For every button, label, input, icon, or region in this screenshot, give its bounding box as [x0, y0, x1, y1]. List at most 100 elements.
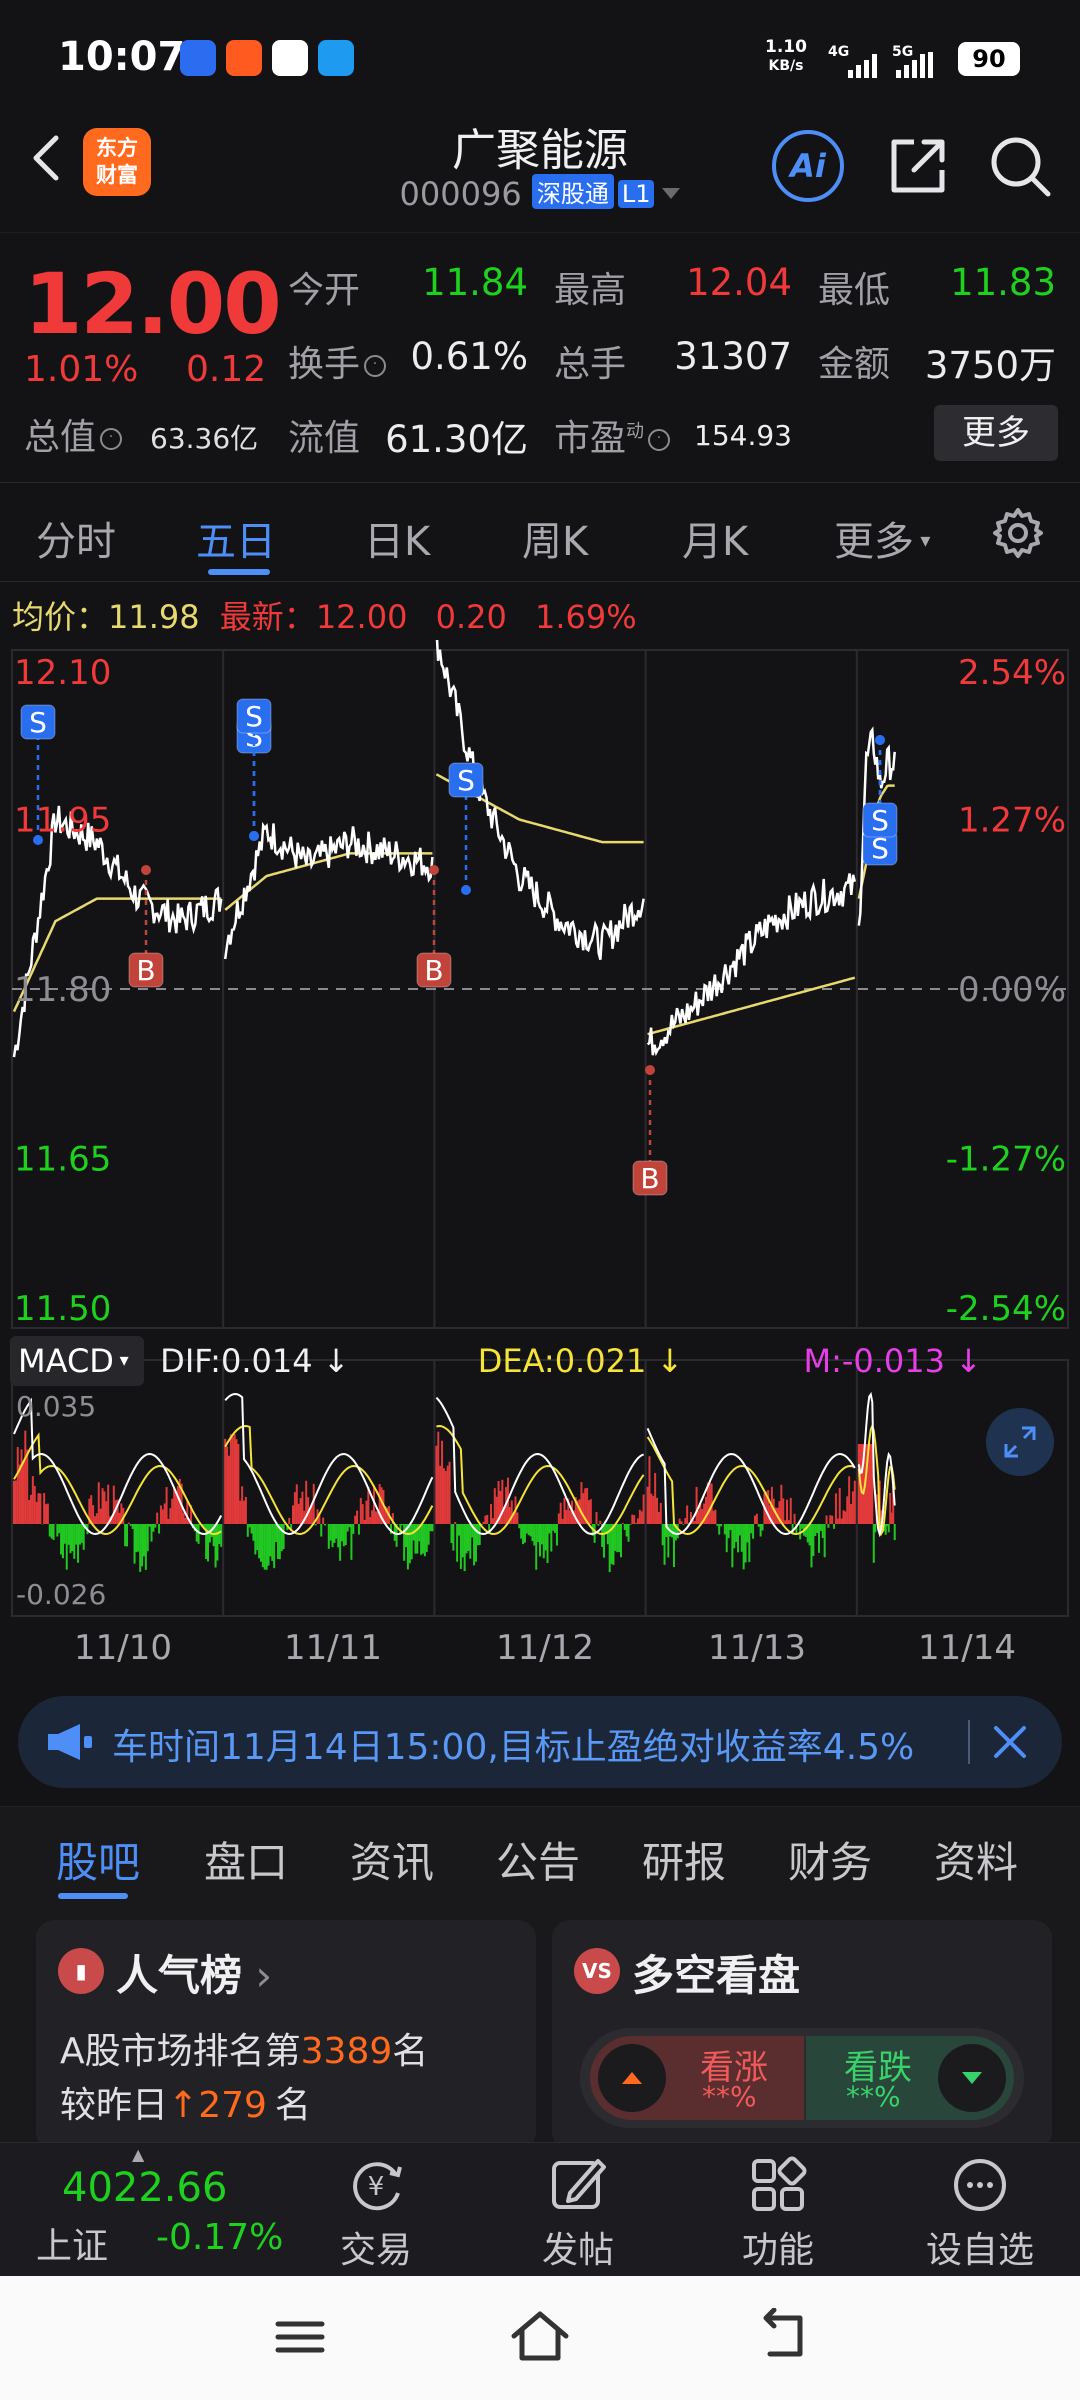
info-icon[interactable]: ·	[648, 429, 671, 451]
marker-dot	[461, 885, 471, 895]
marker-label: S	[245, 700, 263, 733]
back-icon[interactable]	[750, 2308, 810, 2364]
turnover-value: 0.61%	[410, 335, 528, 378]
chart-lines	[12, 640, 896, 1058]
home-icon[interactable]	[508, 2306, 572, 2366]
y-axis-labels: 12.10 2.54% 11.95 1.27% 11.80 0.00% 11.65 -1.27…	[14, 653, 1066, 1611]
current-price: 12.00	[24, 255, 282, 353]
close-icon[interactable]	[984, 1716, 1036, 1768]
marker-dot	[875, 735, 885, 745]
banner-text: 车时间11月14日15:00,目标止盈绝对收益率4.5%	[112, 1727, 915, 1768]
high-label: 最高	[554, 270, 627, 311]
tab-announcement[interactable]: 公告	[496, 1829, 580, 1890]
change-amount: 0.12	[186, 349, 267, 390]
date-label: 11/11	[284, 1628, 382, 1668]
info-icon[interactable]: ·	[100, 428, 123, 450]
index-change[interactable]: -0.17%	[156, 2217, 283, 2258]
content-tabs: 股吧 盘口 资讯 公告 研报 财务 资料	[0, 1806, 1080, 1902]
vote-down-button[interactable]: 看跌 **%	[806, 2036, 1014, 2120]
macd-dif-line	[13, 1391, 896, 1538]
change-percent: 1.01%	[24, 349, 139, 390]
y-tick-label-pct: -1.27%	[946, 1140, 1066, 1180]
nav-add-watchlist[interactable]: 设自选	[910, 2153, 1050, 2273]
marker-dot	[141, 865, 151, 875]
svg-text:¥: ¥	[368, 2172, 385, 2202]
nav-functions[interactable]: 功能	[708, 2153, 848, 2273]
chart-bar-icon: ▮	[58, 1948, 104, 1994]
tab-monthly-k[interactable]: 月K	[682, 509, 748, 567]
volume-label: 总手	[554, 344, 627, 385]
marker-label: B	[640, 1162, 659, 1195]
quote-panel: 12.00 1.01% 0.12 总值 · 63.36亿 今开 11.84 最高 …	[0, 232, 1080, 482]
open-label: 今开	[288, 270, 361, 311]
sentiment-card[interactable]: VS 多空看盘 看涨 **% 看跌 **%	[552, 1920, 1052, 2150]
nav-trade[interactable]: ¥ 交易	[306, 2153, 446, 2273]
clock: 10:07	[58, 34, 186, 80]
open-value: 11.84	[422, 261, 528, 304]
float-label: 流值	[288, 418, 361, 459]
announcement-banner[interactable]: 车时间11月14日15:00,目标止盈绝对收益率4.5%	[18, 1696, 1062, 1788]
signal-bars-icon	[848, 52, 877, 78]
megaphone-icon	[48, 1724, 92, 1760]
active-tab-indicator	[208, 569, 270, 575]
float-value: 61.30亿	[385, 418, 528, 461]
macd-selector[interactable]: MACD ▾	[10, 1336, 144, 1386]
date-label: 11/14	[918, 1628, 1016, 1668]
y-tick-label: 11.50	[14, 1289, 111, 1329]
tab-profile[interactable]: 资料	[934, 1829, 1018, 1890]
macd-m: M:-0.013 ↓	[803, 1342, 982, 1380]
tab-guba[interactable]: 股吧	[56, 1829, 140, 1890]
more-quote-button[interactable]: 更多	[934, 405, 1058, 461]
y-tick-label: 11.95	[14, 801, 111, 841]
five-day-price-chart[interactable]: SBSSBSBSS 12.10 2.54%11.95 1.27%11.80 0.00%…	[0, 640, 1080, 1620]
vote-up-button[interactable]: 看涨 **%	[590, 2036, 804, 2120]
ai-assistant-button[interactable]: Ai	[772, 130, 844, 202]
tab-pankou[interactable]: 盘口	[204, 1829, 288, 1890]
tab-research[interactable]: 研报	[642, 1829, 726, 1890]
marker-label: S	[871, 804, 889, 837]
menu-icon[interactable]	[270, 2312, 330, 2362]
latest-value: 12.00	[315, 598, 408, 636]
date-label: 11/12	[496, 1628, 594, 1668]
info-icon[interactable]: ·	[364, 355, 387, 377]
marker-label: B	[136, 954, 155, 987]
tab-more[interactable]: 更多 ▾	[834, 509, 930, 567]
bottom-navigation: ▲ 4022.66 上证 -0.17% ¥ 交易 发帖 功能 设自选	[0, 2142, 1080, 2276]
macd-top-label: 0.035	[16, 1390, 96, 1423]
tab-weekly-k[interactable]: 周K	[522, 509, 588, 567]
index-name[interactable]: 上证	[36, 2217, 108, 2269]
more-dots-icon	[954, 2159, 1006, 2211]
tab-daily-k[interactable]: 日K	[364, 509, 430, 567]
index-value[interactable]: 4022.66	[62, 2165, 227, 2211]
divider	[968, 1720, 970, 1764]
nav-post[interactable]: 发帖	[508, 2153, 648, 2273]
marker-label: S	[457, 764, 475, 797]
tab-news[interactable]: 资讯	[350, 1829, 434, 1890]
chevron-down-icon: ▾	[914, 528, 931, 552]
trade-icon: ¥	[353, 2162, 402, 2211]
arrow-up-icon: ↑	[168, 2085, 199, 2126]
pe-value: 154.93	[694, 419, 792, 452]
y-tick-label: 12.10	[14, 653, 111, 693]
tab-finance[interactable]: 财务	[788, 1829, 872, 1890]
cards-section: ▮ 人气榜 › A股市场排名第3389名 较昨日↑279 名 VS 多空看盘 看涨…	[0, 1902, 1080, 2150]
arrow-up-icon	[598, 2044, 666, 2112]
date-label: 11/10	[74, 1628, 172, 1668]
y-tick-label-pct: 1.27%	[958, 801, 1066, 841]
total-value-label: 总值 ·	[24, 408, 123, 460]
pe-label: 市盈动 ·	[554, 409, 671, 461]
turnover-label: 换手 ·	[288, 335, 387, 387]
macd-dea: DEA:0.021 ↓	[477, 1342, 684, 1380]
status-bar: 10:07 1.10 KB/s 4G 5G 90	[0, 0, 1080, 110]
high-value: 12.04	[686, 261, 792, 304]
tab-five-day[interactable]: 五日	[196, 509, 276, 567]
amount-label: 金额	[818, 344, 891, 385]
rank-line: A股市场排名第3389名	[60, 2031, 429, 2072]
rank-change-line: 较昨日↑279 名	[60, 2085, 311, 2126]
popularity-card[interactable]: ▮ 人气榜 › A股市场排名第3389名 较昨日↑279 名	[36, 1920, 536, 2150]
search-icon[interactable]	[986, 132, 1054, 200]
gear-icon[interactable]	[990, 505, 1046, 561]
vs-icon: VS	[574, 1948, 620, 1994]
share-icon[interactable]	[884, 132, 952, 200]
tab-intraday[interactable]: 分时	[36, 509, 116, 567]
